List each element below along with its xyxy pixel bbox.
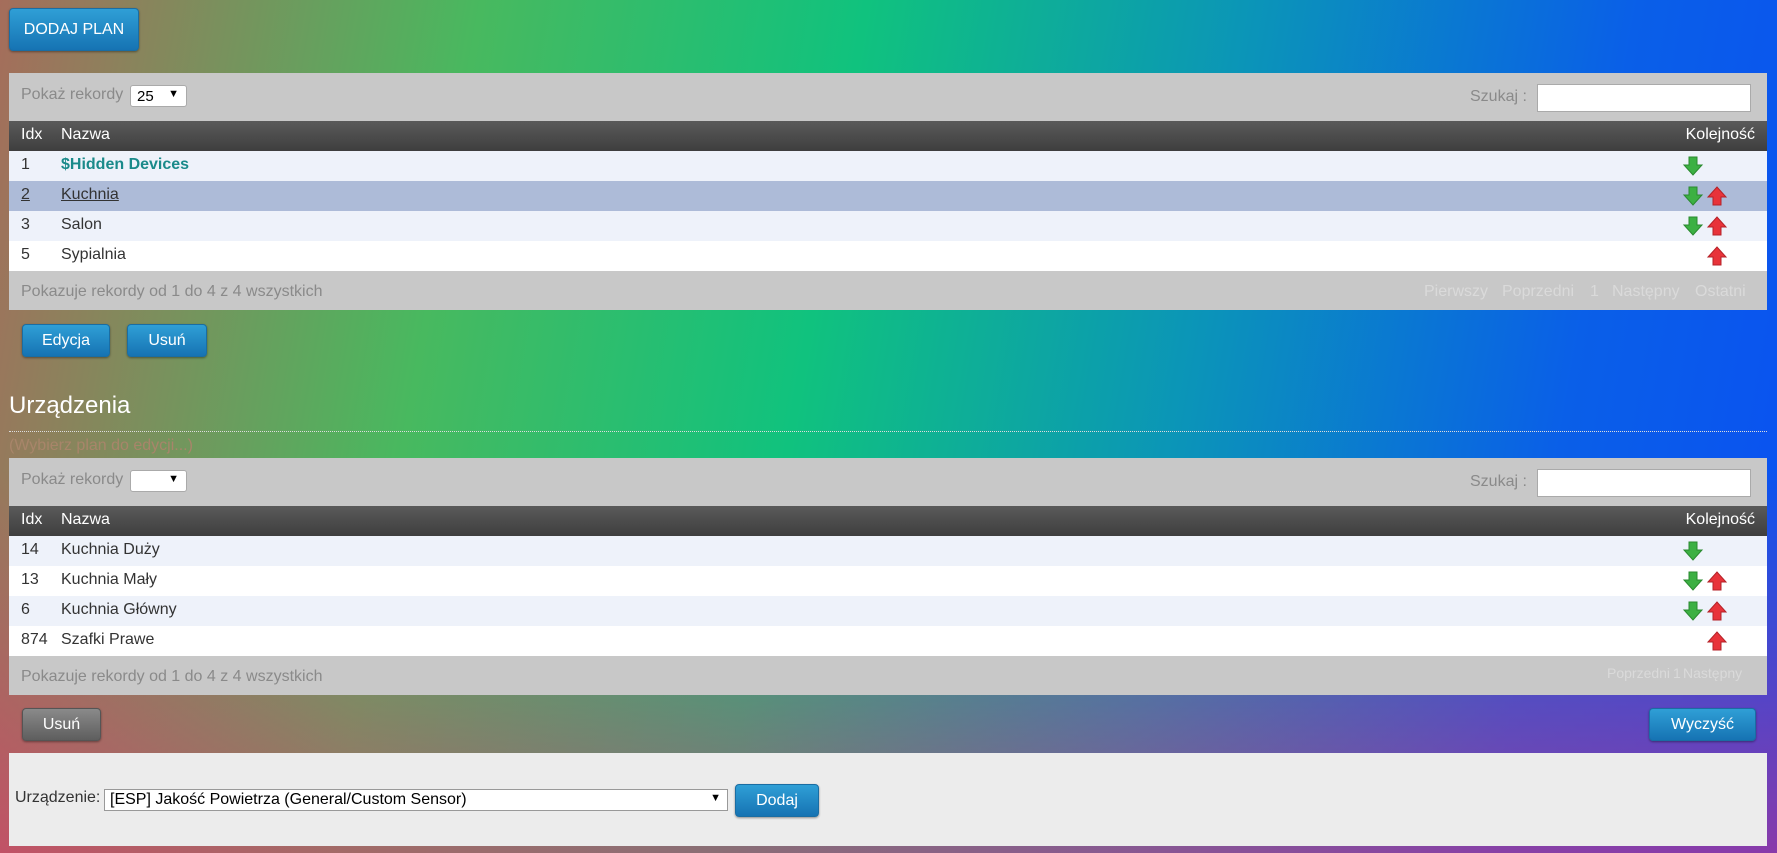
show-records-select[interactable]: ▼ <box>130 470 187 492</box>
row-name[interactable]: Kuchnia Główny <box>61 601 177 619</box>
devices-search-input[interactable] <box>1537 469 1751 497</box>
records-info: Pokazuje rekordy od 1 do 4 z 4 wszystkic… <box>21 283 323 300</box>
plans-toolbar: Pokaż rekordy 25 ▼ Szukaj : <box>9 73 1767 121</box>
devices-footer: Pokazuje rekordy od 1 do 4 z 4 wszystkic… <box>9 656 1767 695</box>
col-name[interactable]: Nazwa <box>61 126 110 144</box>
plans-footer: Pokazuje rekordy od 1 do 4 z 4 wszystkic… <box>9 271 1767 310</box>
plans-table-header: Idx Nazwa Kolejność <box>9 121 1767 151</box>
row-idx: 5 <box>21 246 30 263</box>
records-info: Pokazuje rekordy od 1 do 4 z 4 wszystkic… <box>21 668 323 685</box>
add-plan-button[interactable]: DODAJ PLAN <box>9 8 139 51</box>
col-order[interactable]: Kolejność <box>1686 126 1755 144</box>
row-name[interactable]: Sypialnia <box>61 246 126 264</box>
arrow-down-icon[interactable] <box>1682 601 1704 621</box>
devices-table-header: Idx Nazwa Kolejność <box>9 506 1767 536</box>
pagination-prev[interactable]: Poprzedni <box>1607 665 1670 681</box>
add-device-button[interactable]: Dodaj <box>735 784 819 817</box>
device-select[interactable]: [ESP] Jakość Powietrza (General/Custom S… <box>104 789 728 811</box>
arrow-down-icon[interactable] <box>1682 216 1704 236</box>
row-idx: 3 <box>21 216 30 233</box>
row-name[interactable]: Salon <box>61 216 102 234</box>
row-idx: 874 <box>21 631 48 648</box>
arrow-up-icon[interactable] <box>1706 571 1728 591</box>
pagination-first[interactable]: Pierwszy <box>1424 283 1488 301</box>
table-row[interactable]: 5 Sypialnia <box>9 241 1767 271</box>
row-name[interactable]: Kuchnia Mały <box>61 571 157 589</box>
add-device-panel: Urządzenie: [ESP] Jakość Powietrza (Gene… <box>9 753 1767 846</box>
show-records-select[interactable]: 25 ▼ <box>130 85 187 107</box>
arrow-up-icon[interactable] <box>1706 246 1728 266</box>
table-row[interactable]: 14 Kuchnia Duży <box>9 536 1767 566</box>
col-order[interactable]: Kolejność <box>1686 511 1755 529</box>
row-name[interactable]: Szafki Prawe <box>61 631 154 649</box>
devices-toolbar: Pokaż rekordy ▼ Szukaj : <box>9 458 1767 506</box>
row-idx: 1 <box>21 156 30 173</box>
col-idx[interactable]: Idx <box>21 511 42 529</box>
table-row[interactable]: 3 Salon <box>9 211 1767 241</box>
device-label: Urządzenie: <box>15 789 101 806</box>
pagination-next[interactable]: Następny <box>1612 283 1680 301</box>
heading-divider <box>9 431 1767 432</box>
row-idx: 2 <box>21 186 30 203</box>
row-idx: 13 <box>21 571 39 588</box>
chevron-down-icon: ▼ <box>710 792 721 804</box>
pagination-page[interactable]: 1 <box>1590 283 1599 301</box>
arrow-down-icon[interactable] <box>1682 541 1704 561</box>
devices-hint: (Wybierz plan do edycji...) <box>9 437 193 454</box>
arrow-up-icon[interactable] <box>1706 186 1728 206</box>
delete-device-button[interactable]: Usuń <box>22 708 101 741</box>
pagination-prev[interactable]: Poprzedni <box>1502 283 1574 301</box>
col-name[interactable]: Nazwa <box>61 511 110 529</box>
search-label: Szukaj : <box>1470 88 1527 105</box>
pagination-page[interactable]: 1 <box>1673 665 1681 681</box>
pagination-next[interactable]: Następny <box>1683 665 1742 681</box>
delete-plan-button[interactable]: Usuń <box>127 324 207 357</box>
devices-heading: Urządzenia <box>9 392 131 419</box>
row-name[interactable]: Kuchnia Duży <box>61 541 160 559</box>
row-name[interactable]: $Hidden Devices <box>61 156 189 174</box>
device-select-value: [ESP] Jakość Powietrza (General/Custom S… <box>110 791 467 808</box>
table-row[interactable]: 1 $Hidden Devices <box>9 151 1767 181</box>
row-idx: 14 <box>21 541 39 558</box>
chevron-down-icon: ▼ <box>168 88 179 100</box>
show-records-label: Pokaż rekordy <box>21 86 124 103</box>
row-name[interactable]: Kuchnia <box>61 186 119 204</box>
arrow-down-icon[interactable] <box>1682 156 1704 176</box>
arrow-up-icon[interactable] <box>1706 631 1728 651</box>
table-row[interactable]: 13 Kuchnia Mały <box>9 566 1767 596</box>
row-idx: 6 <box>21 601 30 618</box>
arrow-down-icon[interactable] <box>1682 571 1704 591</box>
plans-search-input[interactable] <box>1537 84 1751 112</box>
table-row[interactable]: 874 Szafki Prawe <box>9 626 1767 656</box>
col-idx[interactable]: Idx <box>21 126 42 144</box>
arrow-up-icon[interactable] <box>1706 601 1728 621</box>
table-row[interactable]: 6 Kuchnia Główny <box>9 596 1767 626</box>
table-row[interactable]: 2 Kuchnia <box>9 181 1767 211</box>
pagination-last[interactable]: Ostatni <box>1695 283 1746 301</box>
edit-button[interactable]: Edycja <box>22 324 110 357</box>
search-label: Szukaj : <box>1470 473 1527 490</box>
arrow-down-icon[interactable] <box>1682 186 1704 206</box>
show-records-value: 25 <box>137 88 154 105</box>
show-records-label: Pokaż rekordy <box>21 471 124 488</box>
chevron-down-icon: ▼ <box>168 473 179 485</box>
arrow-up-icon[interactable] <box>1706 216 1728 236</box>
clear-button[interactable]: Wyczyść <box>1649 708 1756 741</box>
